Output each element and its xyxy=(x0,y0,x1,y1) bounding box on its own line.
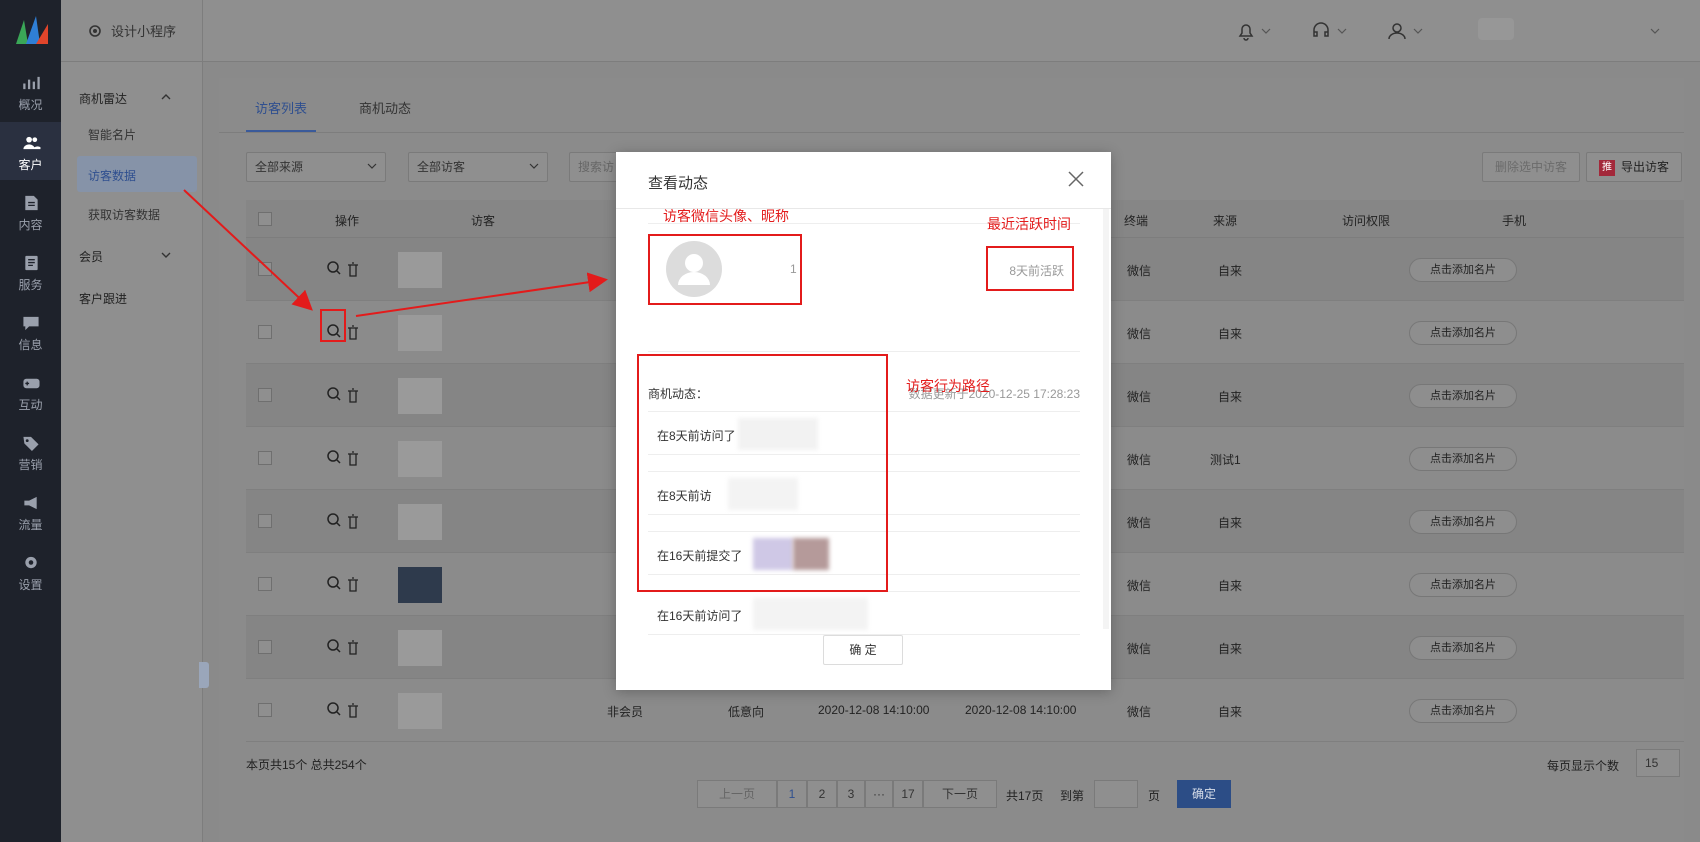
arrow-to-dialog xyxy=(355,272,608,317)
annotation-behavior-path: 访客行为路径 xyxy=(906,378,990,394)
arrow-to-search-icon xyxy=(183,189,313,311)
highlight-active-time xyxy=(986,246,1074,291)
annotation-avatar-nickname: 访客微信头像、昵称 xyxy=(663,208,789,224)
highlight-avatar-nickname xyxy=(648,234,802,305)
highlight-search-icon xyxy=(320,309,346,342)
app-root: 概况 客户 内容 服务 信息 互动 营销 流量 设置 设计小程序 商机雷达 智能名片 访客数据 … xyxy=(0,0,1700,842)
highlight-behavior-path xyxy=(637,354,888,592)
annotation-recent-active: 最近活跃时间 xyxy=(987,216,1071,232)
